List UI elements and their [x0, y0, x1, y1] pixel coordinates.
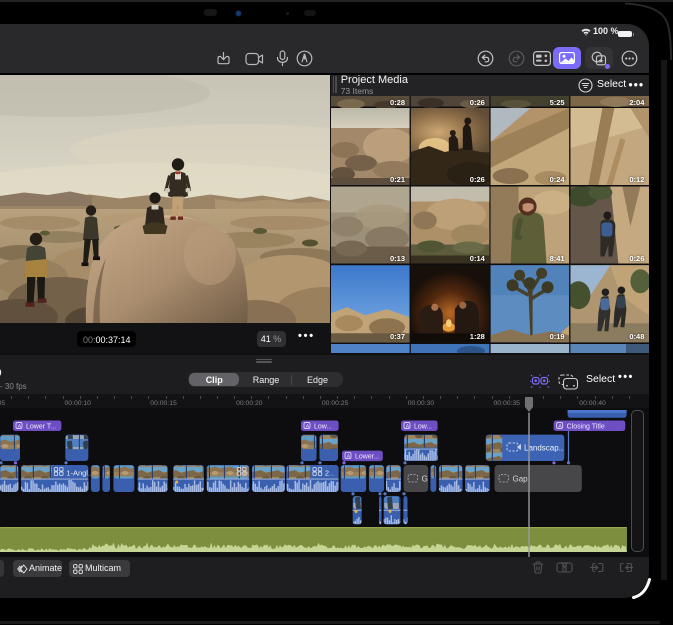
- svg-text:1-Angl...: 1-Angl...: [66, 469, 94, 478]
- svg-text:A: A: [306, 424, 310, 430]
- svg-text:A: A: [558, 424, 562, 430]
- svg-text:A: A: [406, 424, 410, 430]
- svg-text:G: G: [422, 475, 428, 484]
- svg-text:A: A: [347, 454, 351, 460]
- svg-text:Low...: Low...: [414, 424, 432, 431]
- svg-text:Lower T...: Lower T...: [26, 424, 57, 431]
- svg-text:Low...: Low...: [314, 424, 332, 431]
- svg-text:A: A: [18, 424, 22, 430]
- svg-text:2...: 2...: [325, 469, 335, 478]
- svg-text:Closing Title: Closing Title: [567, 424, 605, 431]
- svg-text:Lower...: Lower...: [355, 454, 379, 461]
